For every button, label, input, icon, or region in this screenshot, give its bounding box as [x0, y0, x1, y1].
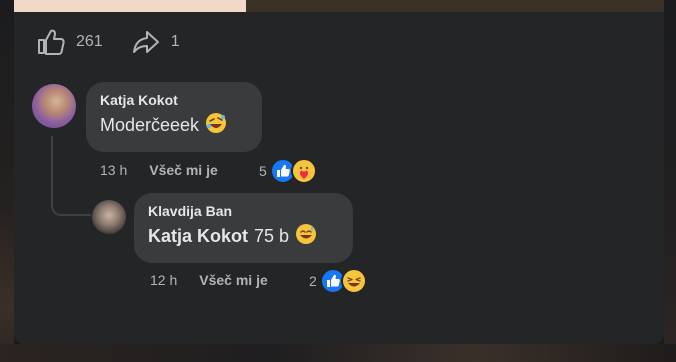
like-count: 261 — [76, 33, 103, 50]
heart-hug-reaction-icon — [290, 158, 317, 184]
comment-time[interactable]: 13 h — [100, 162, 127, 178]
sweat-smile-emoji — [295, 223, 317, 250]
comment-meta: 13 h Všeč mi je — [100, 162, 218, 178]
background-left — [0, 0, 14, 362]
post-stats: 261 1 — [36, 28, 208, 56]
thumbs-up-icon — [36, 28, 66, 56]
share-count: 1 — [170, 33, 180, 50]
reply-reaction-count: 2 — [309, 273, 317, 289]
avatar-katja[interactable] — [32, 84, 76, 128]
reply-author[interactable]: Klavdija Ban — [148, 203, 341, 219]
comment-author[interactable]: Katja Kokot — [100, 92, 250, 108]
background-right — [664, 0, 676, 362]
reply-time[interactable]: 12 h — [150, 272, 177, 288]
reply-thread-line — [51, 136, 91, 216]
comment-text: Moderčeeek — [100, 115, 200, 135]
reply-mention[interactable]: Katja Kokot — [148, 226, 248, 247]
rolling-laughing-emoji — [205, 112, 227, 139]
background-bottom — [0, 344, 676, 362]
reply-reactions-summary[interactable]: 2 — [309, 268, 367, 294]
like-button[interactable]: Všeč mi je — [149, 162, 218, 178]
background-image-top — [0, 0, 246, 12]
reaction-count: 5 — [259, 163, 267, 179]
reply-text-row: Katja Kokot 75 b — [148, 223, 341, 250]
like-stat[interactable]: 261 — [36, 28, 103, 56]
comment-bubble: Katja Kokot Moderčeeek — [86, 82, 262, 152]
comments-panel: 261 1 Katja Kokot Moderčeeek 13 h Všeč m… — [14, 12, 664, 344]
reply-bubble: Klavdija Ban Katja Kokot 75 b — [134, 193, 353, 263]
reply-like-button[interactable]: Všeč mi je — [199, 272, 268, 288]
comment-text-row: Moderčeeek — [100, 112, 250, 139]
avatar-klavdija[interactable] — [92, 200, 126, 234]
share-stat[interactable]: 1 — [131, 28, 180, 56]
reply-meta: 12 h Všeč mi je — [150, 272, 268, 288]
laugh-reaction-icon — [340, 268, 367, 294]
reply-text: 75 b — [254, 226, 290, 246]
reactions-summary[interactable]: 5 — [259, 158, 317, 184]
share-icon — [131, 28, 161, 56]
